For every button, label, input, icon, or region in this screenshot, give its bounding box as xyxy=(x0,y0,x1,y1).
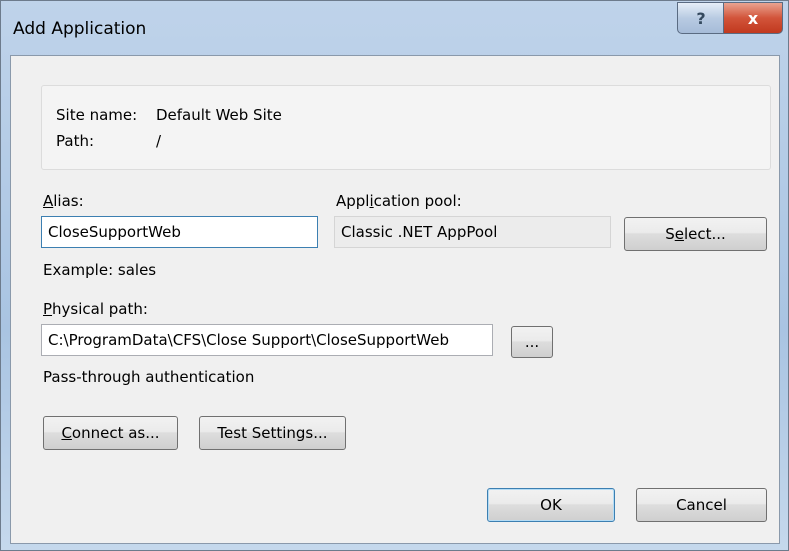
close-button[interactable]: x xyxy=(723,2,783,34)
title-bar[interactable]: Add Application ? x xyxy=(1,1,788,55)
help-button[interactable]: ? xyxy=(677,2,725,34)
alias-label: Alias: xyxy=(43,192,84,210)
close-icon: x xyxy=(747,8,759,28)
test-settings-button[interactable]: Test Settings... xyxy=(199,416,346,450)
window-title: Add Application xyxy=(13,19,147,39)
pass-through-auth-label: Pass-through authentication xyxy=(43,368,255,386)
help-icon: ? xyxy=(696,8,706,28)
site-name-value: Default Web Site xyxy=(156,106,282,124)
alias-input[interactable]: CloseSupportWeb xyxy=(41,216,318,248)
alias-example: Example: sales xyxy=(43,261,157,279)
add-application-dialog: Add Application ? x Site name: Default W… xyxy=(0,0,789,551)
cancel-button[interactable]: Cancel xyxy=(636,488,767,522)
path-value: / xyxy=(156,132,162,150)
connect-as-button[interactable]: Connect as... xyxy=(43,416,178,450)
ellipsis-icon: ... xyxy=(524,333,540,351)
dialog-body: Site name: Default Web Site Path: / Alia… xyxy=(10,55,780,544)
select-button[interactable]: Se lect... xyxy=(624,217,767,251)
physical-path-input[interactable]: C:\ProgramData\CFS\Close Support\CloseSu… xyxy=(41,324,493,356)
site-name-label: Site name: xyxy=(56,106,138,124)
path-label: Path: xyxy=(56,132,95,150)
physical-path-label: Physical path: xyxy=(43,300,148,318)
ok-button[interactable]: OK xyxy=(487,488,615,522)
application-pool-label: Application pool: xyxy=(336,192,462,210)
browse-button[interactable]: ... xyxy=(511,326,553,358)
application-pool-field: Classic .NET AppPool xyxy=(334,216,611,248)
site-info-panel: Site name: Default Web Site Path: / xyxy=(41,85,771,170)
